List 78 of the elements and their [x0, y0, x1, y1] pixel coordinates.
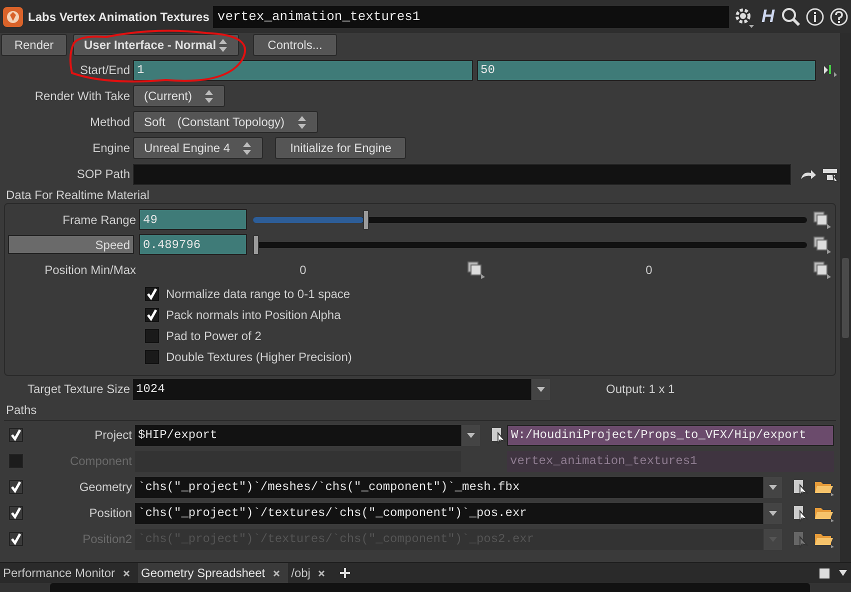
- node-type-label: Labs Vertex Animation Textures: [28, 8, 210, 26]
- maximize-icon[interactable]: [819, 568, 830, 578]
- toggle-label: Double Textures (Higher Precision): [166, 348, 352, 366]
- copy-icon[interactable]: [813, 210, 831, 228]
- close-icon[interactable]: [123, 570, 130, 576]
- render-button[interactable]: Render: [1, 34, 67, 56]
- parameter-label: SOP Path: [76, 166, 131, 183]
- node-icon: [2, 6, 24, 28]
- slider-track[interactable]: [253, 210, 807, 230]
- dropdown-menu[interactable]: (Current): [133, 85, 226, 107]
- value-text: 0: [298, 262, 308, 279]
- output-text: Output: 1 x 1: [606, 381, 675, 398]
- help-icon[interactable]: [829, 6, 849, 26]
- info-icon[interactable]: [805, 6, 825, 26]
- checkbox[interactable]: [145, 286, 159, 300]
- parameter-label: Start/End: [78, 62, 131, 79]
- file-chooser-icon[interactable]: [791, 504, 809, 522]
- dropdown-arrow-icon[interactable]: [838, 569, 848, 577]
- close-icon[interactable]: [273, 570, 280, 576]
- checkbox[interactable]: [9, 428, 23, 442]
- dropdown-menu[interactable]: Unreal Engine 4: [133, 137, 264, 159]
- close-icon[interactable]: [318, 570, 326, 576]
- checkbox[interactable]: [145, 328, 159, 342]
- group-title: Paths: [6, 402, 37, 419]
- size-field[interactable]: 1024: [133, 378, 531, 400]
- speed-label-button[interactable]: Speed: [8, 235, 134, 254]
- path-field[interactable]: `chs("_project")`/meshes/`chs("_component")`_mesh.fbx: [135, 476, 763, 498]
- controls-button[interactable]: Controls...: [253, 34, 337, 56]
- parameter-label: Target Texture Size: [26, 381, 131, 398]
- copy-icon[interactable]: [813, 236, 831, 254]
- path-field[interactable]: `chs("_project")`/textures/`chs("_component")`_pos.exr: [135, 502, 763, 524]
- checkbox[interactable]: [145, 350, 159, 364]
- resolved-path-field: W:/HoudiniProject/Props_to_VFX/Hip/export: [507, 424, 834, 446]
- parameter-label: Frame Range: [62, 212, 137, 228]
- up-down-arrows-icon: [242, 140, 252, 156]
- path-field[interactable]: $HIP/export: [135, 424, 461, 446]
- up-down-arrows-icon: [204, 88, 214, 104]
- checkbox[interactable]: [9, 506, 23, 520]
- scrollbar[interactable]: [840, 33, 851, 562]
- up-down-arrows-icon: [218, 38, 228, 52]
- parameter-label: Geometry: [78, 479, 133, 496]
- copy-icon[interactable]: [813, 261, 831, 279]
- toggle-label: Pack normals into Position Alpha: [166, 306, 341, 324]
- checkbox[interactable]: [145, 308, 159, 322]
- initialize-button[interactable]: Initialize for Engine: [275, 137, 406, 159]
- dropdown-menu[interactable]: Soft (Constant Topology): [133, 111, 318, 133]
- number-field[interactable]: 49: [139, 209, 247, 230]
- houdini-logo[interactable]: H: [759, 3, 777, 30]
- number-field[interactable]: 0.489796: [139, 234, 247, 255]
- parameter-label: Method: [88, 114, 131, 131]
- copy-icon[interactable]: [467, 261, 485, 279]
- plus-icon[interactable]: [339, 567, 352, 579]
- slider-thumb[interactable]: [253, 234, 259, 254]
- number-field[interactable]: 50: [476, 60, 816, 80]
- file-chooser-icon[interactable]: [791, 478, 809, 496]
- slider-track[interactable]: [253, 234, 807, 254]
- file-chooser-icon[interactable]: [489, 426, 507, 444]
- slider-thumb[interactable]: [362, 210, 369, 230]
- interface-menu[interactable]: User Interface - Normal: [73, 34, 239, 56]
- gear-icon[interactable]: [733, 6, 755, 28]
- parameter-label: Position Min/Max: [44, 262, 137, 279]
- node-name-field[interactable]: vertex_animation_textures1: [213, 6, 729, 28]
- parameter-label: Project: [94, 427, 133, 444]
- parameter-label: Engine: [92, 140, 131, 157]
- toggle-label: Normalize data range to 0-1 space: [166, 286, 350, 302]
- search-icon[interactable]: [781, 6, 801, 26]
- panel-tab[interactable]: Geometry Spreadsheet: [138, 562, 288, 584]
- toggle-label: Pad to Power of 2: [166, 328, 262, 344]
- up-down-arrows-icon: [296, 114, 307, 130]
- parameter-label: Position: [88, 505, 133, 522]
- parameter-label: Render With Take: [34, 88, 131, 105]
- jump-arrow-icon[interactable]: [799, 167, 817, 181]
- group-title: Data For Realtime Material: [6, 187, 150, 204]
- resolved-path-field: vertex_animation_textures1: [507, 450, 834, 472]
- checkbox[interactable]: [9, 480, 23, 494]
- value-text: 0: [644, 262, 654, 279]
- number-field[interactable]: 1: [133, 60, 472, 80]
- path-field[interactable]: [133, 164, 791, 184]
